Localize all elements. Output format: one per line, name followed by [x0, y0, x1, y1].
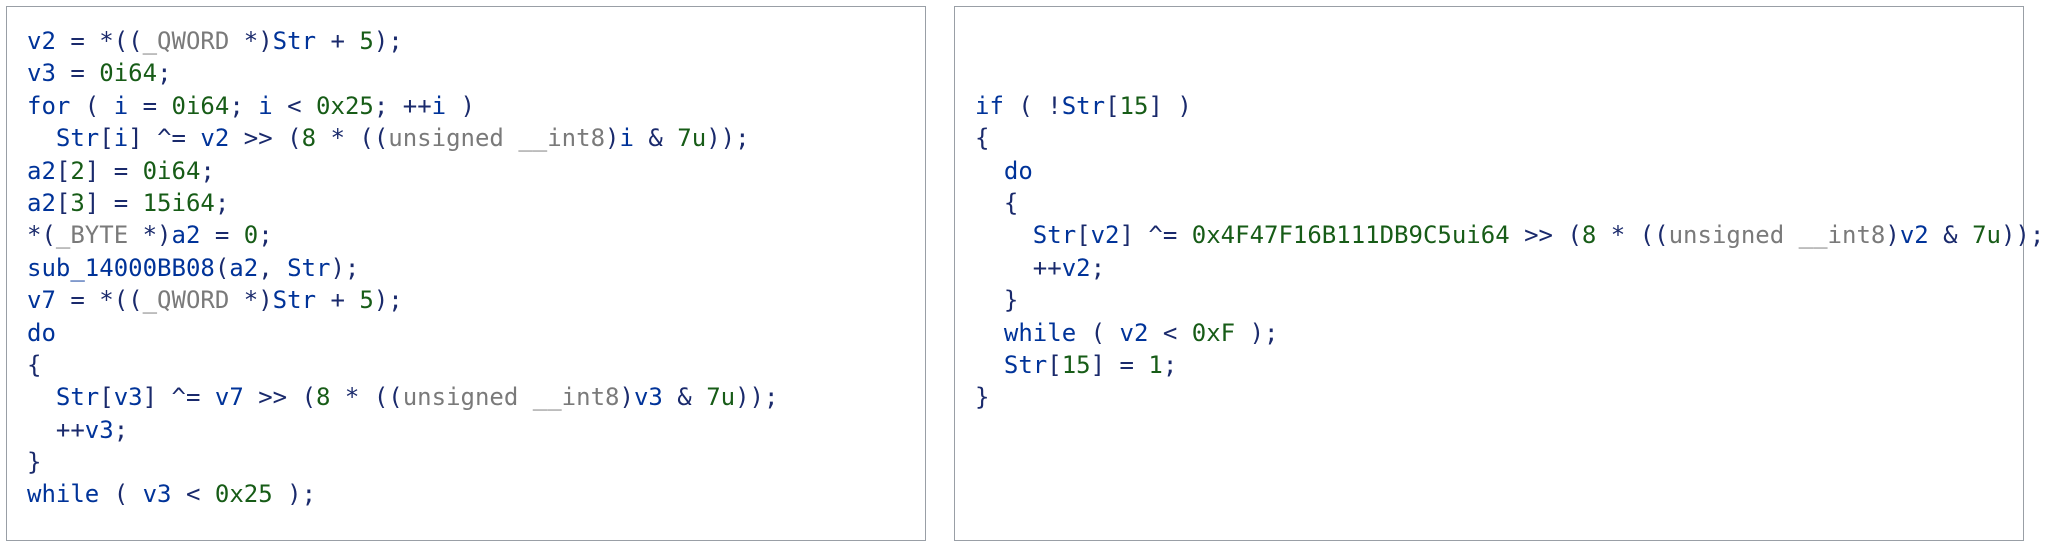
- blank-line: [975, 57, 2003, 89]
- code-line: do: [27, 319, 56, 347]
- code-right: if ( !Str[15] ) { do { Str[v2] ^= 0x4F47…: [975, 25, 2003, 414]
- code-left: v2 = *((_QWORD *)Str + 5); v3 = 0i64; fo…: [27, 25, 905, 511]
- code-line: do: [975, 157, 1033, 185]
- code-line: v2 = *((_QWORD *)Str + 5);: [27, 27, 403, 55]
- blank-line: [975, 25, 2003, 57]
- code-line: Str[15] = 1;: [975, 351, 1177, 379]
- code-line: Str[v3] ^= v7 >> (8 * ((unsigned __int8)…: [27, 383, 778, 411]
- code-line: {: [27, 351, 41, 379]
- code-line: a2[3] = 15i64;: [27, 189, 229, 217]
- code-line: v3 = 0i64;: [27, 59, 172, 87]
- code-line: }: [27, 448, 41, 476]
- code-line: sub_14000BB08(a2, Str);: [27, 254, 359, 282]
- code-line: for ( i = 0i64; i < 0x25; ++i ): [27, 92, 475, 120]
- code-line: ++v2;: [975, 254, 1105, 282]
- code-line: ++v3;: [27, 416, 128, 444]
- code-line: a2[2] = 0i64;: [27, 157, 215, 185]
- code-box-right: if ( !Str[15] ) { do { Str[v2] ^= 0x4F47…: [954, 6, 2024, 541]
- code-line: if ( !Str[15] ): [975, 92, 1192, 120]
- code-line: {: [975, 189, 1018, 217]
- code-panels: v2 = *((_QWORD *)Str + 5); v3 = 0i64; fo…: [0, 0, 2048, 547]
- code-line: Str[i] ^= v2 >> (8 * ((unsigned __int8)i…: [27, 124, 750, 152]
- code-line: while ( v3 < 0x25 );: [27, 480, 316, 508]
- code-line: *(_BYTE *)a2 = 0;: [27, 221, 273, 249]
- code-line: }: [975, 286, 1018, 314]
- code-line: while ( v2 < 0xF );: [975, 319, 1279, 347]
- code-line: Str[v2] ^= 0x4F47F16B111DB9C5ui64 >> (8 …: [975, 221, 2044, 249]
- code-line: v7 = *((_QWORD *)Str + 5);: [27, 286, 403, 314]
- code-line: {: [975, 124, 989, 152]
- code-box-left: v2 = *((_QWORD *)Str + 5); v3 = 0i64; fo…: [6, 6, 926, 541]
- code-line: }: [975, 383, 989, 411]
